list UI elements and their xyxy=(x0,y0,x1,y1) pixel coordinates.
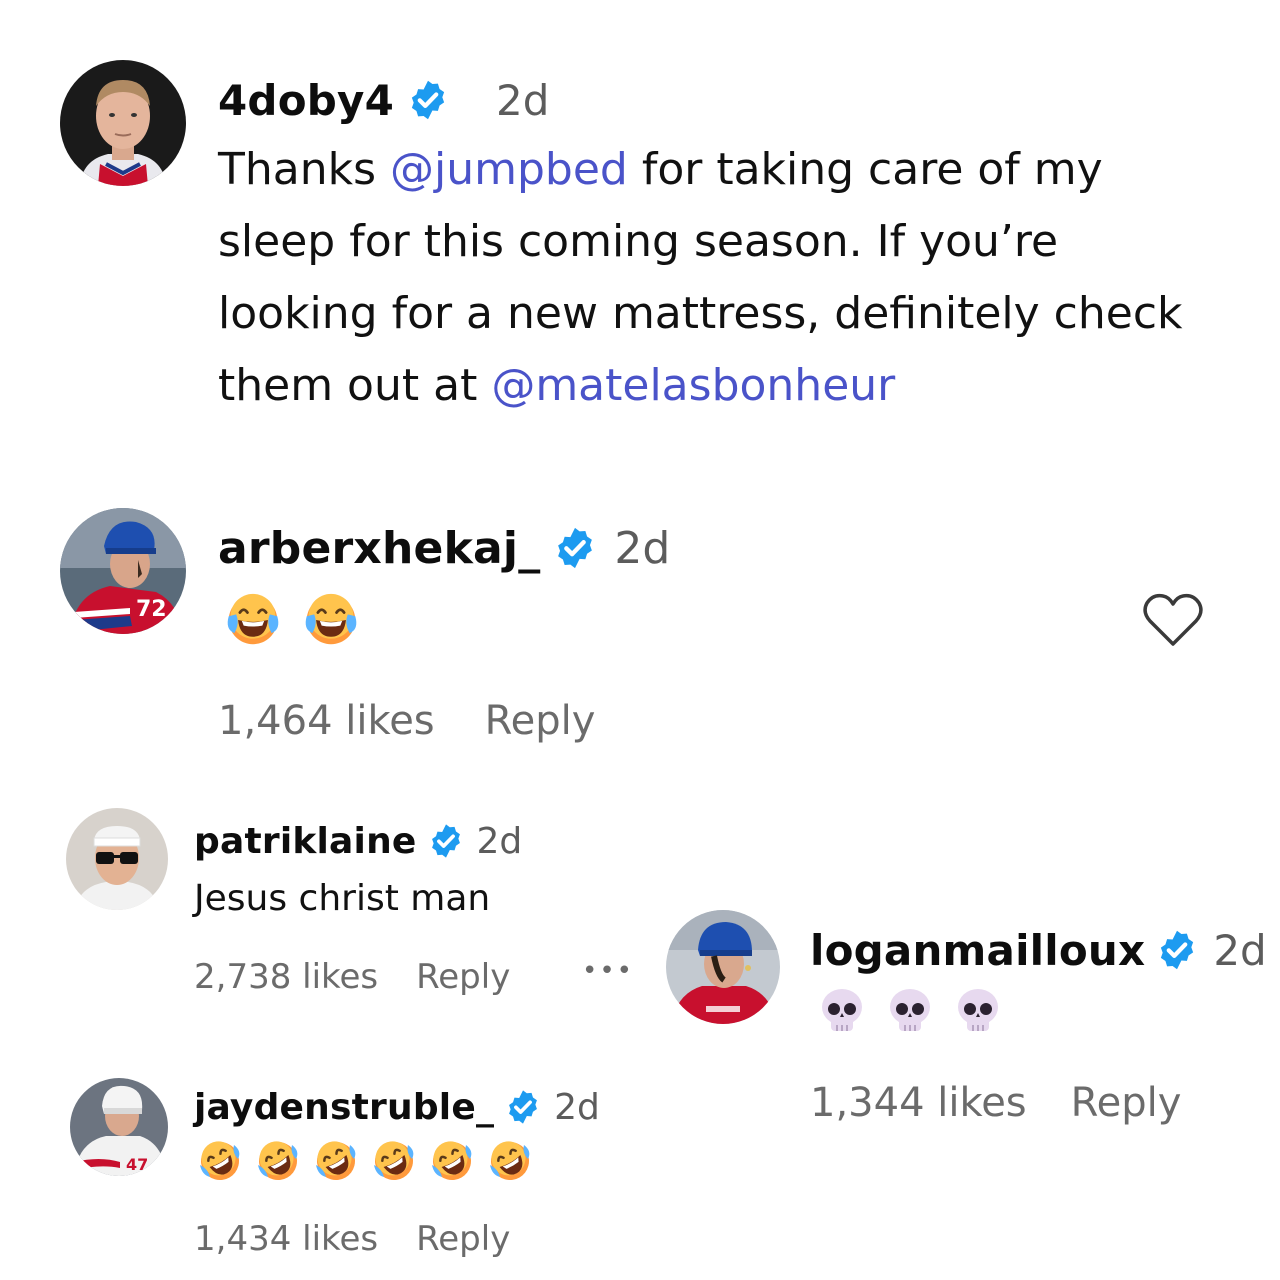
comment-patriklaine: patriklaine 2d Jesus christ man 2,738 li… xyxy=(0,800,640,1020)
comment-4doby4: 4doby4 2d Thanks @jumpbed for taking car… xyxy=(0,0,1280,420)
likes-count[interactable]: 2,738 likes xyxy=(194,957,378,997)
likes-count[interactable]: 1,434 likes xyxy=(194,1219,378,1259)
mention-link[interactable]: @matelasbonheur xyxy=(491,360,895,411)
more-dots-icon[interactable]: ••• xyxy=(582,958,634,984)
username[interactable]: 4doby4 xyxy=(218,76,394,125)
svg-text:72: 72 xyxy=(136,597,167,622)
comment-header: arberxhekaj_ 2d xyxy=(218,518,670,578)
verified-badge-icon xyxy=(552,525,598,571)
timestamp: 2d xyxy=(554,1086,600,1128)
username[interactable]: arberxhekaj_ xyxy=(218,523,540,574)
reply-button[interactable]: Reply xyxy=(1071,1080,1182,1126)
rolling-on-the-floor-laughing-icon xyxy=(256,1139,300,1183)
comment-meta: 2,738 likes Reply xyxy=(194,954,510,1000)
comment-header: loganmailloux 2d xyxy=(810,922,1267,978)
text-segment: Thanks xyxy=(218,144,391,195)
skull-icon xyxy=(816,985,868,1037)
timestamp: 2d xyxy=(1213,925,1267,975)
comment-text: Thanks @jumpbed for taking care of my sl… xyxy=(218,134,1228,422)
avatar-jaydenstruble[interactable]: 47 xyxy=(70,1078,168,1176)
comment-meta: 1,344 likes Reply xyxy=(810,1076,1181,1130)
face-with-tears-of-joy-icon xyxy=(224,592,282,648)
avatar-loganmailloux[interactable] xyxy=(666,910,780,1024)
comment-text: Jesus christ man xyxy=(194,878,491,919)
mention-link[interactable]: @jumpbed xyxy=(390,144,628,195)
rolling-on-the-floor-laughing-icon xyxy=(314,1139,358,1183)
svg-text:47: 47 xyxy=(126,1155,148,1174)
avatar-4doby4[interactable] xyxy=(60,60,186,186)
timestamp: 2d xyxy=(496,75,550,125)
verified-badge-icon xyxy=(504,1088,542,1126)
rolling-on-the-floor-laughing-icon xyxy=(372,1139,416,1183)
rolling-on-the-floor-laughing-icon xyxy=(430,1139,474,1183)
timestamp: 2d xyxy=(476,820,523,862)
comment-arberxhekaj: 72 arberxhekaj_ 2d 1,464 likes Reply xyxy=(0,500,1280,760)
timestamp: 2d xyxy=(614,522,671,574)
comment-meta: 1,464 likes Reply xyxy=(218,696,595,746)
reply-button[interactable]: Reply xyxy=(416,957,510,997)
likes-count[interactable]: 1,464 likes xyxy=(218,698,435,744)
likes-count[interactable]: 1,344 likes xyxy=(810,1080,1027,1126)
verified-badge-icon xyxy=(1155,928,1199,972)
emoji-row xyxy=(224,592,360,648)
rolling-on-the-floor-laughing-icon xyxy=(488,1139,532,1183)
verified-badge-icon xyxy=(427,822,465,860)
emoji-row xyxy=(816,984,1004,1038)
verified-badge-icon xyxy=(406,78,450,122)
reply-button[interactable]: Reply xyxy=(416,1219,510,1259)
username[interactable]: loganmailloux xyxy=(810,926,1145,975)
emoji-row xyxy=(198,1138,532,1184)
username[interactable]: patriklaine xyxy=(194,821,417,862)
comment-header: 4doby4 2d xyxy=(218,72,549,128)
avatar-arberxhekaj[interactable]: 72 xyxy=(60,508,186,634)
face-with-tears-of-joy-icon xyxy=(302,592,360,648)
skull-icon xyxy=(952,985,1004,1037)
skull-icon xyxy=(884,985,936,1037)
reply-button[interactable]: Reply xyxy=(485,698,596,744)
comment-jaydenstruble: 47 jaydenstruble_ 2d 1,434 likes Reply xyxy=(0,1070,760,1270)
comment-header: patriklaine 2d xyxy=(194,816,522,866)
username[interactable]: jaydenstruble_ xyxy=(194,1087,494,1128)
comment-header: jaydenstruble_ 2d xyxy=(194,1082,600,1132)
avatar-patriklaine[interactable] xyxy=(66,808,168,910)
rolling-on-the-floor-laughing-icon xyxy=(198,1139,242,1183)
comment-meta: 1,434 likes Reply xyxy=(194,1216,510,1262)
like-heart-icon[interactable] xyxy=(1142,592,1204,648)
